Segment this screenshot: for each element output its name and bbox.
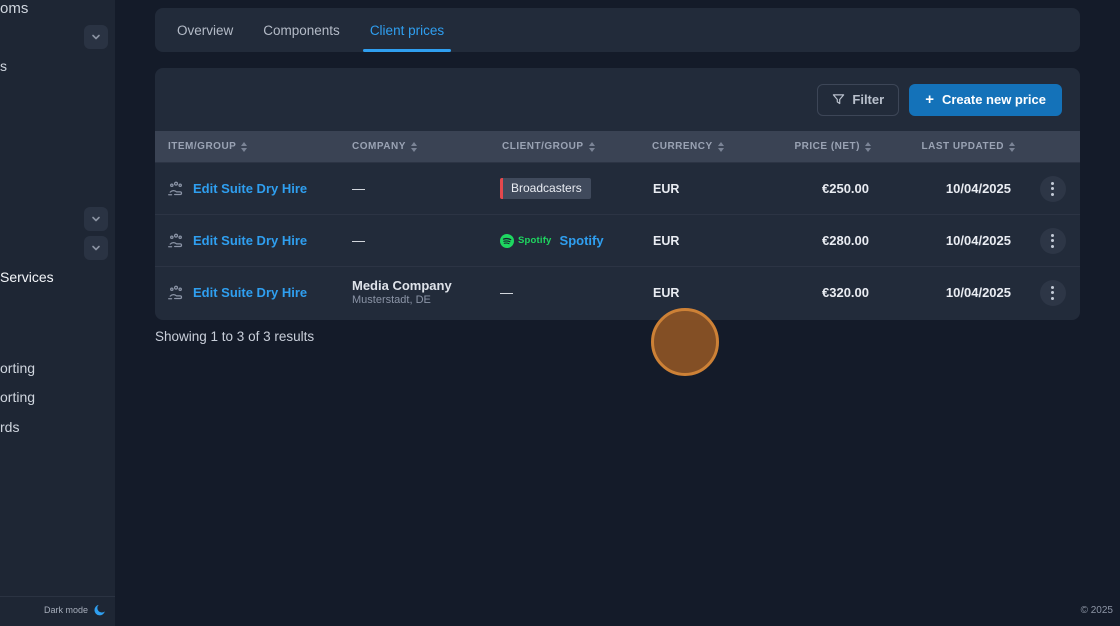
- sidebar-item-dashboards[interactable]: rds: [0, 419, 19, 435]
- client-link[interactable]: Spotify: [560, 233, 604, 248]
- currency-cell: EUR: [640, 234, 780, 248]
- company-name: Media Company: [352, 278, 492, 294]
- company-location: Musterstadt, DE: [352, 294, 492, 308]
- table-row: Edit Suite Dry Hire — Broadcasters EUR €…: [155, 162, 1080, 214]
- copyright-text: © 2025: [1081, 605, 1113, 616]
- row-actions-menu-button[interactable]: [1040, 280, 1066, 306]
- filter-button-label: Filter: [852, 92, 884, 107]
- client-group-badge[interactable]: Broadcasters: [500, 178, 591, 199]
- plus-icon: +: [925, 92, 934, 107]
- spotify-wordmark: Spotify: [518, 235, 552, 246]
- item-link[interactable]: Edit Suite Dry Hire: [193, 233, 307, 248]
- dark-mode-label: Dark mode: [44, 605, 88, 615]
- column-header-item-group[interactable]: Item/Group: [155, 141, 340, 152]
- sort-icon: [241, 142, 247, 152]
- chevron-down-icon: [90, 213, 102, 225]
- spotify-logo: Spotify: [500, 234, 552, 248]
- tab-bar: Overview Components Client prices: [155, 8, 1080, 52]
- row-actions-menu-button[interactable]: [1040, 228, 1066, 254]
- last-updated-cell: 10/04/2025: [875, 233, 1025, 248]
- last-updated-cell: 10/04/2025: [875, 285, 1025, 300]
- service-hand-icon: [167, 233, 185, 249]
- column-header-client-group[interactable]: Client/Group: [492, 141, 640, 152]
- price-cell: €250.00: [780, 181, 875, 196]
- item-link[interactable]: Edit Suite Dry Hire: [193, 285, 307, 300]
- filter-button[interactable]: Filter: [817, 84, 899, 116]
- moon-icon: [93, 603, 107, 617]
- column-header-currency[interactable]: Currency: [640, 141, 780, 152]
- chevron-down-icon: [90, 242, 102, 254]
- client-cell: —: [492, 285, 640, 300]
- sidebar-item-services[interactable]: Services: [0, 269, 54, 285]
- sidebar-divider: [0, 596, 115, 597]
- table-row: Edit Suite Dry Hire Media Company Muster…: [155, 266, 1080, 318]
- sort-icon: [589, 142, 595, 152]
- create-button-label: Create new price: [942, 92, 1046, 107]
- client-prices-panel: Filter + Create new price Item/Group Com…: [155, 68, 1080, 320]
- sidebar-item[interactable]: s: [0, 58, 7, 74]
- service-hand-icon: [167, 285, 185, 301]
- service-hand-icon: [167, 181, 185, 197]
- table-header-row: Item/Group Company Client/Group Currency…: [155, 131, 1080, 162]
- sidebar-item-reporting[interactable]: orting: [0, 360, 35, 376]
- company-cell: —: [340, 181, 492, 196]
- create-new-price-button[interactable]: + Create new price: [909, 84, 1062, 116]
- item-link[interactable]: Edit Suite Dry Hire: [193, 181, 307, 196]
- tab-overview[interactable]: Overview: [173, 8, 237, 52]
- funnel-icon: [832, 93, 845, 106]
- sidebar-collapse-button[interactable]: [84, 207, 108, 231]
- row-actions-menu-button[interactable]: [1040, 176, 1066, 202]
- results-count-text: Showing 1 to 3 of 3 results: [155, 329, 314, 344]
- table-toolbar: Filter + Create new price: [155, 68, 1080, 131]
- column-header-price-net[interactable]: Price (net): [780, 141, 875, 152]
- sidebar-item-rooms[interactable]: oms: [0, 0, 28, 17]
- table-row: Edit Suite Dry Hire — Spotify Spotify EU…: [155, 214, 1080, 266]
- chevron-down-icon: [90, 31, 102, 43]
- tab-client-prices[interactable]: Client prices: [366, 8, 448, 52]
- sort-icon: [718, 142, 724, 152]
- column-header-last-updated[interactable]: Last updated: [875, 141, 1025, 152]
- sidebar-item-exporting[interactable]: orting: [0, 389, 35, 405]
- sidebar: oms s Services orting orting rds Dark mo…: [0, 0, 115, 626]
- click-indicator-circle: [651, 308, 719, 376]
- spotify-icon: [500, 234, 514, 248]
- price-cell: €320.00: [780, 285, 875, 300]
- dark-mode-toggle[interactable]: Dark mode: [44, 603, 107, 617]
- sort-icon: [865, 142, 871, 152]
- currency-cell: EUR: [640, 286, 780, 300]
- price-cell: €280.00: [780, 233, 875, 248]
- tab-components[interactable]: Components: [259, 8, 344, 52]
- company-cell: —: [340, 233, 492, 248]
- sidebar-collapse-button[interactable]: [84, 25, 108, 49]
- column-header-company[interactable]: Company: [340, 141, 492, 152]
- sort-icon: [1009, 142, 1015, 152]
- sort-icon: [411, 142, 417, 152]
- sidebar-collapse-button[interactable]: [84, 236, 108, 260]
- currency-cell: EUR: [640, 182, 780, 196]
- last-updated-cell: 10/04/2025: [875, 181, 1025, 196]
